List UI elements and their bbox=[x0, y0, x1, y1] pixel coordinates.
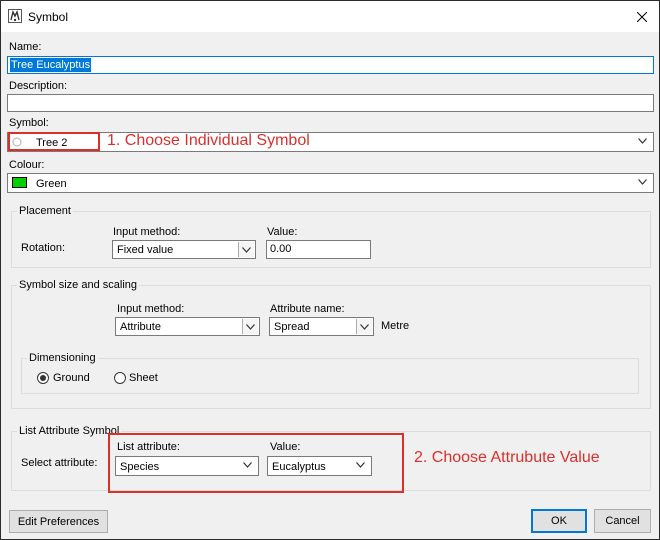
dimensioning-title: Dimensioning bbox=[27, 352, 98, 364]
name-value: Tree Eucalyptus bbox=[10, 58, 92, 72]
name-label: Name: bbox=[9, 41, 42, 53]
app-icon bbox=[8, 9, 22, 23]
dropdown-button[interactable] bbox=[356, 319, 372, 334]
symbol-label: Symbol: bbox=[9, 117, 49, 129]
placement-title: Placement bbox=[17, 205, 73, 217]
annotation-step2: 2. Choose Attrubute Value bbox=[414, 449, 600, 466]
edit-preferences-label: Edit Preferences bbox=[17, 515, 100, 528]
colour-label: Colour: bbox=[9, 159, 45, 171]
select-attribute-label: Select attribute: bbox=[21, 457, 98, 469]
colour-swatch bbox=[12, 177, 27, 188]
radio-selected-dot bbox=[40, 375, 46, 381]
colour-value: Green bbox=[36, 178, 67, 190]
symbol-dropdown[interactable]: Tree 2 bbox=[7, 132, 654, 152]
attribute-name-value: Spread bbox=[274, 321, 310, 333]
size-input-method-label: Input method: bbox=[117, 303, 185, 315]
ok-label: OK bbox=[551, 515, 567, 527]
chevron-down-icon bbox=[638, 138, 647, 144]
dropdown-button[interactable] bbox=[238, 242, 254, 257]
rotation-label: Rotation: bbox=[21, 242, 66, 254]
rotation-value: 0.00 bbox=[270, 243, 292, 255]
rotation-value-input[interactable]: 0.00 bbox=[266, 240, 371, 259]
sheet-radio-label: Sheet bbox=[129, 372, 158, 384]
chevron-down-icon bbox=[638, 179, 647, 185]
cancel-button[interactable]: Cancel bbox=[594, 509, 651, 533]
symbol-dialog: Symbol Name: Tree Eucalyptus Description… bbox=[0, 0, 660, 540]
annotation-step1: 1. Choose Individual Symbol bbox=[107, 132, 310, 149]
edit-preferences-button[interactable]: Edit Preferences bbox=[9, 510, 108, 533]
colour-dropdown[interactable]: Green bbox=[7, 173, 654, 193]
list-attribute-title: List Attribute Symbol bbox=[17, 425, 122, 437]
dropdown-button[interactable] bbox=[242, 319, 258, 334]
attribute-name-label: Attribute name: bbox=[270, 303, 345, 315]
title-bar: Symbol bbox=[1, 1, 659, 32]
placement-input-method-label: Input method: bbox=[113, 226, 181, 238]
description-label: Description: bbox=[9, 80, 68, 92]
annotation-box-symbol bbox=[8, 132, 100, 151]
chevron-down-icon bbox=[360, 324, 369, 330]
ground-radio-label: Ground bbox=[53, 372, 90, 384]
chevron-down-icon bbox=[246, 324, 255, 330]
attribute-name-dropdown[interactable]: Spread bbox=[269, 317, 374, 336]
window-title: Symbol bbox=[28, 10, 69, 24]
close-icon bbox=[637, 11, 647, 22]
ok-button[interactable]: OK bbox=[531, 509, 587, 533]
annotation-box-attribute bbox=[108, 433, 404, 493]
size-input-method-dropdown[interactable]: Attribute bbox=[115, 317, 260, 336]
sheet-radio[interactable] bbox=[114, 372, 126, 384]
cancel-label: Cancel bbox=[605, 515, 640, 527]
size-unit: Metre bbox=[381, 320, 410, 332]
chevron-down-icon bbox=[242, 247, 251, 253]
placement-input-method-dropdown[interactable]: Fixed value bbox=[112, 240, 256, 259]
symbol-size-title: Symbol size and scaling bbox=[17, 279, 140, 291]
name-input[interactable]: Tree Eucalyptus bbox=[7, 56, 654, 74]
placement-value-label: Value: bbox=[267, 226, 298, 238]
description-input[interactable] bbox=[7, 94, 654, 112]
ground-radio[interactable] bbox=[37, 372, 49, 384]
placement-input-method-value: Fixed value bbox=[117, 244, 174, 256]
close-button[interactable] bbox=[625, 1, 659, 32]
size-input-method-value: Attribute bbox=[120, 321, 161, 333]
